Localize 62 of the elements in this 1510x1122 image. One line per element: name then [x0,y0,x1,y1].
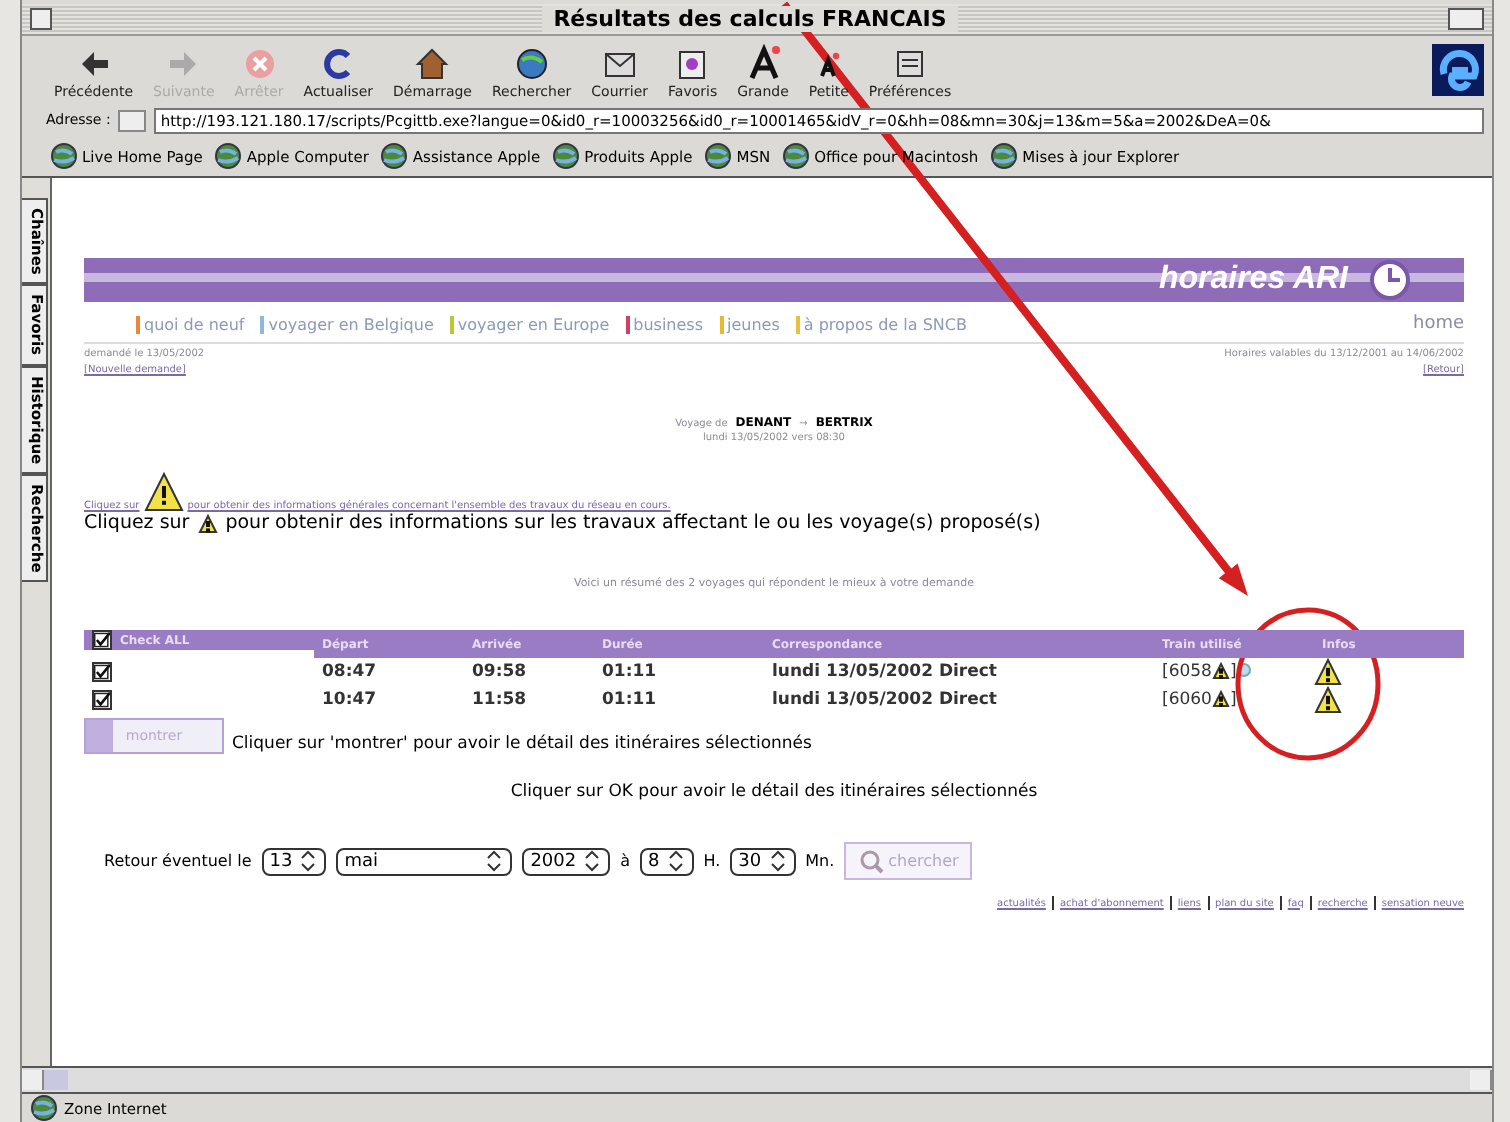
warning-icon[interactable] [1211,661,1230,680]
return-label: Retour éventuel le [104,852,252,870]
warning-icon[interactable] [1314,658,1342,686]
stepper-icon [582,850,603,872]
hint-text: Cliquer sur OK pour avoir le détail des itinéraires sélectionnés [508,780,1040,806]
globe-icon [552,142,581,170]
table-cell: 09:58 [472,661,527,681]
warning-icon[interactable] [1314,686,1342,714]
hint-text: Cliquer sur 'montrer' pour avoir le détail des itinéraires sélectionnés [232,734,812,754]
instruction-text: pour obtenir des informations sur les travaux affectant le ou les voyage(s) proposé(s) [225,512,1041,534]
scrollbar[interactable] [22,1066,1492,1094]
search-icon [858,848,885,874]
train-link[interactable]: 6058 [1168,661,1212,681]
globe-icon [380,142,409,170]
select-field[interactable]: 30 [730,847,796,875]
instruction-text: Cliquez sur [84,512,190,534]
stepper-icon [484,850,505,872]
table-cell: lundi 13/05/2002 Direct [772,689,997,709]
table-cell: 08:47 [322,661,377,681]
globe-icon [782,142,811,170]
scroll-left-button[interactable] [22,1070,44,1090]
globe-search-icon [511,44,552,84]
bracket: ] [1229,689,1237,709]
stepper-icon [665,850,686,872]
bracket: [ [1162,689,1169,709]
bracket: ] [1229,661,1237,681]
train-link[interactable]: 6060 [1168,689,1212,709]
home-icon [412,44,453,84]
select-field[interactable]: mai [336,847,513,875]
table-cell: 01:11 [602,689,657,709]
globe-icon [990,142,1019,170]
checkbox[interactable] [92,662,112,682]
globe-icon [704,142,733,170]
bracket: [ [1162,661,1169,681]
select-field[interactable]: 13 [261,847,327,875]
select-field[interactable]: 8 [640,847,694,875]
globe-icon [30,1094,58,1122]
globe-icon [214,142,243,170]
hour-label: H. [703,852,721,870]
clock-icon [1368,258,1412,302]
minute-label: Mn. [805,852,835,870]
window-title: Résultats des calculs FRANCAIS [541,6,959,32]
warning-icon[interactable] [1211,689,1230,708]
checkbox[interactable] [92,630,112,650]
table-cell: 01:11 [602,661,657,681]
select-field[interactable]: 2002 [522,847,611,875]
warning-icon [197,513,218,533]
stepper-icon [767,850,788,872]
dropdown-button[interactable] [118,109,147,131]
close-box[interactable] [30,8,52,30]
stepper-icon [298,850,319,872]
table-cell: lundi 13/05/2002 Direct [772,661,997,681]
globe-icon [50,142,78,170]
zoom-box[interactable] [1448,8,1484,30]
table-cell: 11:58 [472,689,527,709]
checkbox[interactable] [92,690,112,710]
warning-icon[interactable] [143,472,184,512]
scroll-right-button[interactable] [1470,1070,1492,1090]
at-label: à [620,852,631,870]
table-cell: 10:47 [322,689,377,709]
scroll-thumb[interactable] [44,1070,68,1090]
browser-logo-icon [1432,44,1484,96]
